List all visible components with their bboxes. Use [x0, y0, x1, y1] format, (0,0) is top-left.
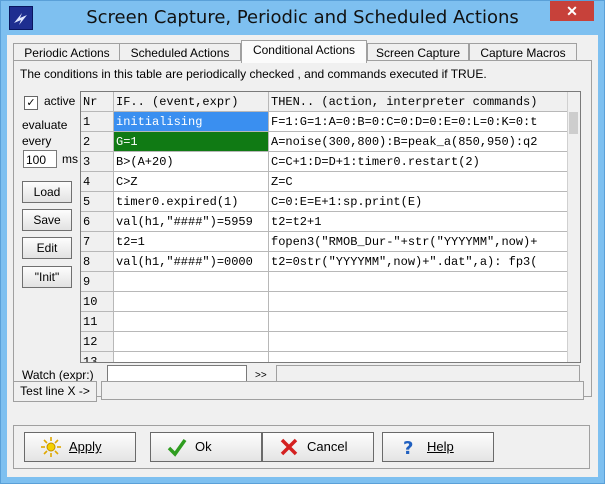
apply-button[interactable]: Apply: [24, 432, 136, 462]
if-cell[interactable]: [114, 292, 269, 312]
client-area: Periodic Actions Scheduled Actions Condi…: [7, 35, 598, 477]
row-number-cell[interactable]: 9: [81, 272, 114, 292]
row-number-cell[interactable]: 6: [81, 212, 114, 232]
if-cell[interactable]: val(h1,"####")=5959: [114, 212, 269, 232]
row-number-cell[interactable]: 2: [81, 132, 114, 152]
then-cell[interactable]: Z=C: [269, 172, 568, 192]
active-label: active: [44, 94, 76, 108]
if-cell[interactable]: val(h1,"####")=0000: [114, 252, 269, 272]
window-title: Screen Capture, Periodic and Scheduled A…: [86, 7, 519, 28]
bottom-button-bar: Apply Ok Cancel ? Help: [13, 425, 590, 469]
if-cell[interactable]: [114, 332, 269, 352]
cross-icon: [280, 438, 298, 456]
main-window: Screen Capture, Periodic and Scheduled A…: [0, 0, 605, 484]
evaluate-label-line1: evaluate: [22, 118, 68, 132]
scrollbar-thumb[interactable]: [569, 112, 578, 134]
if-cell[interactable]: [114, 312, 269, 332]
cancel-button[interactable]: Cancel: [262, 432, 374, 462]
ok-button[interactable]: Ok: [150, 432, 262, 462]
edit-button[interactable]: Edit: [22, 237, 72, 259]
test-line-input[interactable]: [101, 381, 584, 400]
row-number-cell[interactable]: 12: [81, 332, 114, 352]
then-cell[interactable]: A=noise(300,800):B=peak_a(850,950):q2: [269, 132, 568, 152]
if-cell[interactable]: initialising: [114, 112, 269, 132]
help-question-icon: ?: [403, 438, 413, 457]
watch-label: Watch (expr:): [22, 368, 94, 382]
row-number-cell[interactable]: 13: [81, 352, 114, 362]
if-cell[interactable]: timer0.expired(1): [114, 192, 269, 212]
help-label: Help: [427, 439, 454, 454]
tab-conditional-actions[interactable]: Conditional Actions: [241, 40, 367, 63]
if-cell[interactable]: [114, 352, 269, 362]
interval-input[interactable]: 100: [23, 150, 57, 168]
then-cell[interactable]: fopen3("RMOB_Dur-"+str("YYYYMM",now)+: [269, 232, 568, 252]
then-cell[interactable]: C=C+1:D=D+1:timer0.restart(2): [269, 152, 568, 172]
info-text: The conditions in this table are periodi…: [20, 67, 487, 81]
column-header-nr[interactable]: Nr: [81, 92, 114, 112]
checkmark-icon: [167, 438, 187, 457]
init-button[interactable]: "Init": [22, 266, 72, 288]
row-number-cell[interactable]: 3: [81, 152, 114, 172]
then-cell[interactable]: t2=t2+1: [269, 212, 568, 232]
then-cell[interactable]: [269, 332, 568, 352]
then-cell[interactable]: [269, 352, 568, 362]
load-button[interactable]: Load: [22, 181, 72, 203]
title-bar[interactable]: Screen Capture, Periodic and Scheduled A…: [1, 1, 604, 35]
apply-label: Apply: [69, 439, 102, 454]
watch-arrow: >>: [255, 370, 267, 381]
evaluate-label: evaluate every: [22, 117, 67, 149]
then-cell[interactable]: C=0:E=E+1:sp.print(E): [269, 192, 568, 212]
row-number-cell[interactable]: 8: [81, 252, 114, 272]
svg-text:?: ?: [403, 438, 413, 457]
row-number-cell[interactable]: 7: [81, 232, 114, 252]
if-cell[interactable]: C>Z: [114, 172, 269, 192]
row-number-cell[interactable]: 4: [81, 172, 114, 192]
row-number-cell[interactable]: 11: [81, 312, 114, 332]
then-cell[interactable]: [269, 292, 568, 312]
cancel-label: Cancel: [307, 439, 348, 454]
if-cell[interactable]: [114, 272, 269, 292]
column-header-if[interactable]: IF.. (event,expr): [114, 92, 269, 112]
interval-unit-label: ms: [62, 152, 78, 166]
save-button[interactable]: Save: [22, 209, 72, 231]
evaluate-label-line2: every: [22, 134, 52, 148]
conditional-actions-panel: The conditions in this table are periodi…: [13, 60, 592, 397]
test-line-label: Test line X ->: [13, 381, 97, 402]
active-checkbox[interactable]: ✓: [24, 96, 38, 110]
row-number-cell[interactable]: 10: [81, 292, 114, 312]
then-cell[interactable]: [269, 312, 568, 332]
if-cell[interactable]: t2=1: [114, 232, 269, 252]
then-cell[interactable]: [269, 272, 568, 292]
table-vertical-scrollbar[interactable]: [567, 92, 580, 362]
row-number-cell[interactable]: 5: [81, 192, 114, 212]
if-cell[interactable]: G=1: [114, 132, 269, 152]
sun-icon: [41, 437, 61, 457]
if-cell[interactable]: B>(A+20): [114, 152, 269, 172]
then-cell[interactable]: t2=0str("YYYYMM",now)+".dat",a): fp3(: [269, 252, 568, 272]
column-header-then[interactable]: THEN.. (action, interpreter commands): [269, 92, 568, 112]
conditions-table[interactable]: Nr IF.. (event,expr) THEN.. (action, int…: [80, 91, 581, 363]
close-button[interactable]: ✕: [550, 1, 594, 21]
then-cell[interactable]: F=1:G=1:A=0:B=0:C=0:D=0:E=0:L=0:K=0:t: [269, 112, 568, 132]
help-button[interactable]: ? Help: [382, 432, 494, 462]
ok-label: Ok: [195, 439, 212, 454]
row-number-cell[interactable]: 1: [81, 112, 114, 132]
